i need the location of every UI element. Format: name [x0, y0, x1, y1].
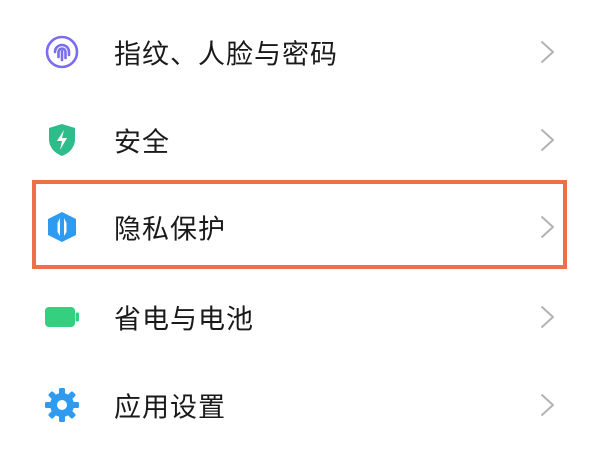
settings-item-privacy[interactable]: 隐私保护	[0, 183, 600, 271]
chevron-right-icon	[541, 216, 554, 238]
fingerprint-icon	[40, 30, 84, 74]
settings-item-label: 隐私保护	[114, 214, 226, 246]
gear-icon	[40, 383, 84, 427]
shield-bolt-icon	[40, 118, 84, 162]
battery-icon	[40, 295, 84, 339]
settings-item-label: 省电与电池	[114, 304, 254, 336]
settings-item-label: 应用设置	[114, 392, 226, 424]
settings-item-security[interactable]: 安全	[0, 96, 600, 184]
chevron-right-icon	[541, 394, 554, 416]
chevron-right-icon	[541, 306, 554, 328]
settings-item-fingerprint-face-password[interactable]: 指纹、人脸与密码	[0, 8, 600, 96]
settings-item-battery[interactable]: 省电与电池	[0, 273, 600, 361]
privacy-shield-icon	[40, 205, 84, 249]
settings-item-app-settings[interactable]: 应用设置	[0, 361, 600, 449]
chevron-right-icon	[541, 129, 554, 151]
settings-list: 指纹、人脸与密码 安全 隐私保护 省电与电池 应用设置	[0, 0, 600, 450]
chevron-right-icon	[541, 41, 554, 63]
settings-item-label: 指纹、人脸与密码	[114, 39, 338, 71]
settings-item-label: 安全	[114, 127, 170, 159]
